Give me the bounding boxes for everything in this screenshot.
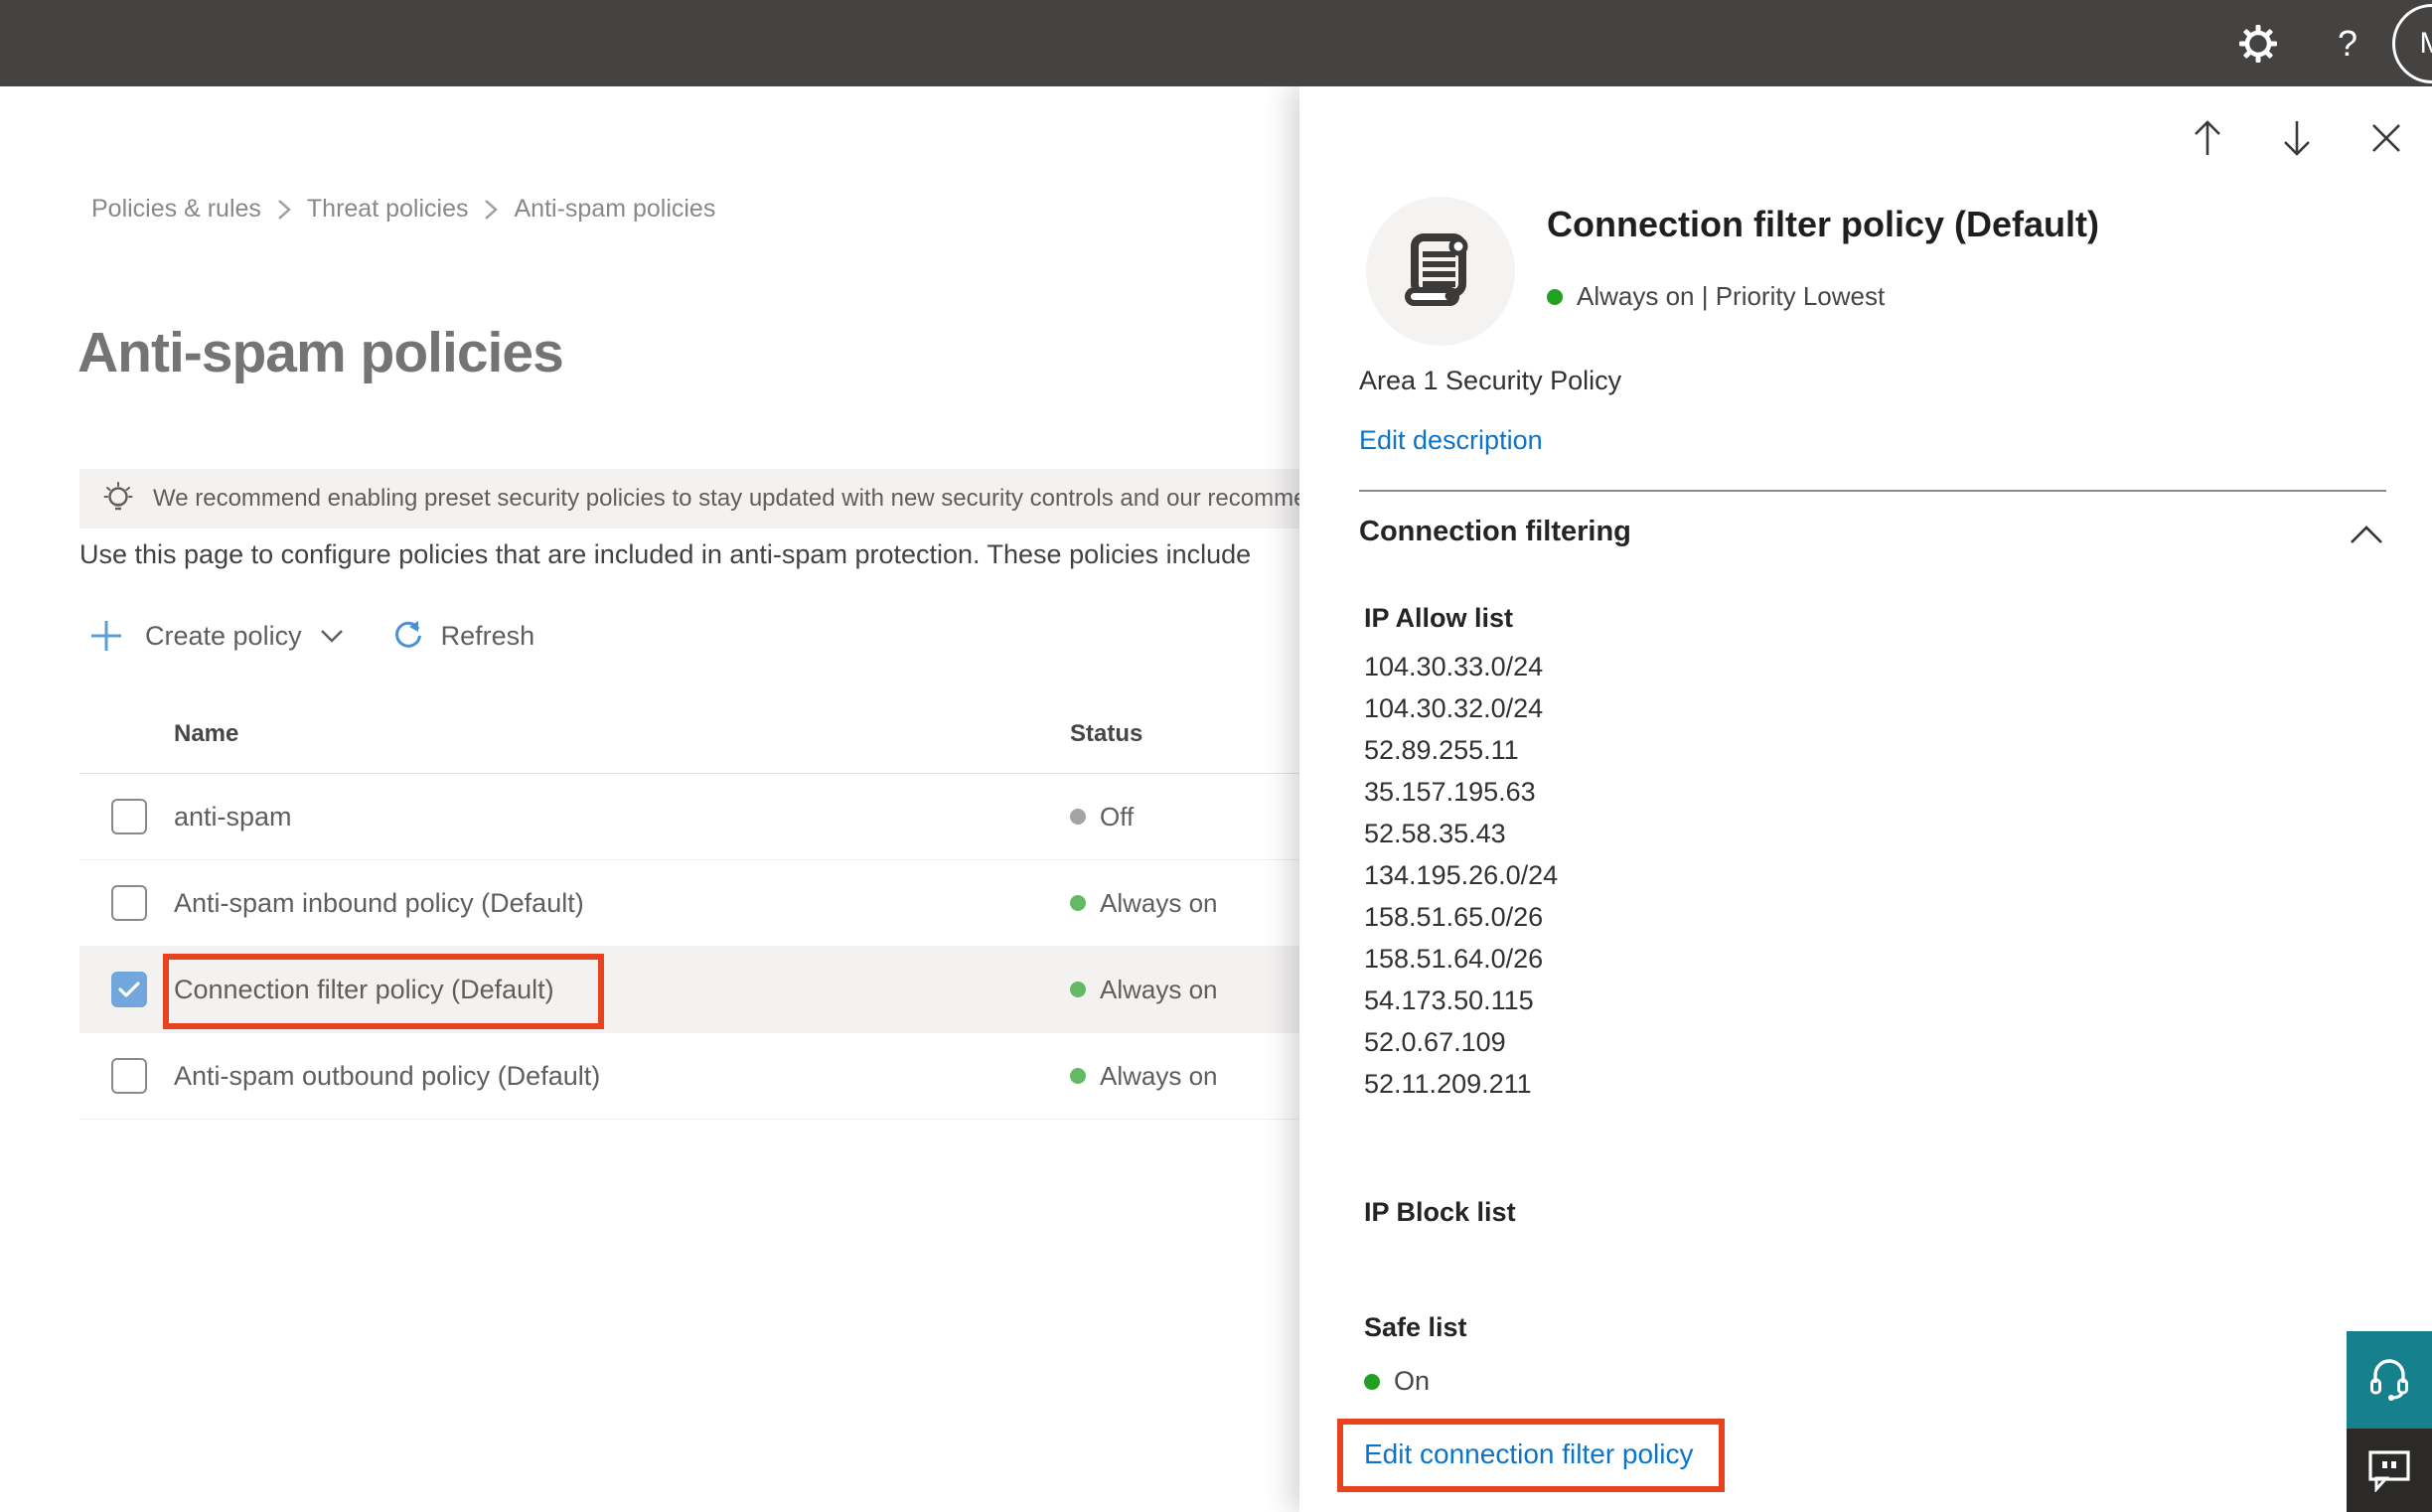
safe-list-status-label: On: [1394, 1366, 1431, 1396]
breadcrumb-threat-policies[interactable]: Threat policies: [307, 195, 469, 224]
plus-icon: [89, 619, 123, 653]
settings-button[interactable]: [2213, 0, 2303, 86]
previous-item-button[interactable]: [2186, 116, 2229, 160]
breadcrumb-policies-rules[interactable]: Policies & rules: [91, 195, 261, 224]
feedback-button[interactable]: [2347, 1429, 2432, 1512]
flyout-nav: [2186, 116, 2408, 160]
divider: [1359, 490, 2386, 492]
safe-list-title: Safe list: [1364, 1312, 1467, 1342]
row-checkbox[interactable]: [111, 799, 147, 834]
column-header-name[interactable]: Name: [174, 720, 238, 748]
close-icon: [2372, 124, 2400, 152]
policy-status: Off: [1070, 802, 1134, 832]
create-policy-label: Create policy: [145, 620, 302, 651]
policy-name[interactable]: Anti-spam inbound policy (Default): [174, 888, 584, 919]
policy-scroll-icon: [1405, 233, 1468, 306]
policy-details-flyout: Connection filter policy (Default) Alway…: [1299, 86, 2432, 1512]
close-flyout-button[interactable]: [2364, 116, 2408, 160]
status-label: Always on: [1100, 974, 1218, 1004]
chevron-right-icon: [277, 198, 291, 222]
policy-status: Always on: [1070, 888, 1218, 919]
anti-spam-policies-page: ? M Policies & rules Threat policies Ant…: [0, 0, 2432, 1512]
status-dot: [1070, 982, 1086, 997]
ip-entry: 54.173.50.115: [1364, 984, 1534, 1015]
gear-icon: [2239, 24, 2277, 63]
edit-connection-filter-policy-link[interactable]: Edit connection filter policy: [1364, 1438, 1694, 1470]
refresh-icon: [391, 619, 425, 653]
list-toolbar: Create policy Refresh: [89, 611, 534, 661]
lightbulb-icon: [103, 482, 133, 511]
ip-entry: 52.11.209.211: [1364, 1068, 1532, 1099]
row-checkbox[interactable]: [111, 885, 147, 921]
refresh-button[interactable]: Refresh: [344, 619, 535, 653]
status-dot: [1070, 895, 1086, 911]
status-label: Always on: [1100, 887, 1218, 918]
ip-allow-list-title: IP Allow list: [1364, 603, 1514, 633]
policy-icon-badge: [1366, 197, 1515, 346]
ip-entry: 158.51.65.0/26: [1364, 901, 1544, 932]
ip-entry: 104.30.33.0/24: [1364, 651, 1544, 681]
chevron-down-icon: [320, 628, 344, 644]
refresh-label: Refresh: [440, 620, 535, 651]
help-icon: ?: [2337, 22, 2358, 64]
policy-description: Area 1 Security Policy: [1359, 366, 1622, 395]
chevron-right-icon: [484, 198, 499, 222]
arrow-up-icon: [2195, 120, 2220, 155]
next-item-button[interactable]: [2275, 116, 2319, 160]
create-policy-button[interactable]: Create policy: [89, 619, 344, 653]
breadcrumb-anti-spam-policies[interactable]: Anti-spam policies: [514, 195, 715, 224]
row-checkbox[interactable]: [111, 1058, 147, 1094]
policy-status: Always on: [1070, 1061, 1218, 1092]
policy-name[interactable]: Connection filter policy (Default): [174, 975, 554, 1005]
support-button[interactable]: [2347, 1331, 2432, 1429]
page-title: Anti-spam policies: [77, 321, 564, 384]
avatar-initial: M: [2420, 27, 2432, 61]
ip-entry: 35.157.195.63: [1364, 776, 1536, 807]
banner-text: We recommend enabling preset security po…: [153, 485, 1307, 512]
status-label: Always on: [1100, 1060, 1218, 1091]
ip-entry: 52.58.35.43: [1364, 818, 1506, 848]
breadcrumb: Policies & rules Threat policies Anti-sp…: [91, 195, 715, 224]
status-dot: [1070, 809, 1086, 825]
safe-list-status: On: [1364, 1366, 1430, 1397]
flyout-title: Connection filter policy (Default): [1547, 204, 2100, 244]
ip-entry: 134.195.26.0/24: [1364, 859, 1559, 890]
collapse-section-button[interactable]: [2349, 524, 2384, 550]
ip-allow-list: 104.30.33.0/24 104.30.32.0/24 52.89.255.…: [1364, 646, 1558, 1105]
ip-entry: 158.51.64.0/26: [1364, 943, 1544, 974]
status-dot: [1364, 1373, 1380, 1390]
help-button[interactable]: ?: [2303, 0, 2392, 86]
flyout-status-line: Always on | Priority Lowest: [1547, 281, 1885, 312]
headset-icon: [2370, 1359, 2408, 1401]
ip-entry: 52.0.67.109: [1364, 1026, 1506, 1057]
speech-bubble-icon: [2368, 1450, 2410, 1492]
status-dot: [1070, 1068, 1086, 1084]
status-dot: [1547, 288, 1563, 305]
connection-filtering-section-title: Connection filtering: [1359, 516, 1631, 547]
status-label: Off: [1100, 801, 1135, 832]
ip-entry: 52.89.255.11: [1364, 734, 1519, 765]
arrow-down-icon: [2284, 121, 2310, 156]
row-checkbox-checked[interactable]: [111, 972, 147, 1007]
top-app-bar: ? M: [0, 0, 2432, 86]
edit-description-link[interactable]: Edit description: [1359, 425, 1543, 456]
account-avatar[interactable]: M: [2392, 3, 2432, 83]
policy-name[interactable]: Anti-spam outbound policy (Default): [174, 1061, 600, 1092]
column-header-status[interactable]: Status: [1070, 720, 1142, 748]
chevron-up-icon: [2351, 526, 2382, 543]
policy-name[interactable]: anti-spam: [174, 802, 292, 832]
flyout-status-text: Always on | Priority Lowest: [1577, 281, 1886, 311]
checkmark-icon: [118, 982, 140, 997]
ip-block-list-title: IP Block list: [1364, 1197, 1516, 1227]
ip-entry: 104.30.32.0/24: [1364, 692, 1544, 723]
policy-status: Always on: [1070, 975, 1218, 1005]
